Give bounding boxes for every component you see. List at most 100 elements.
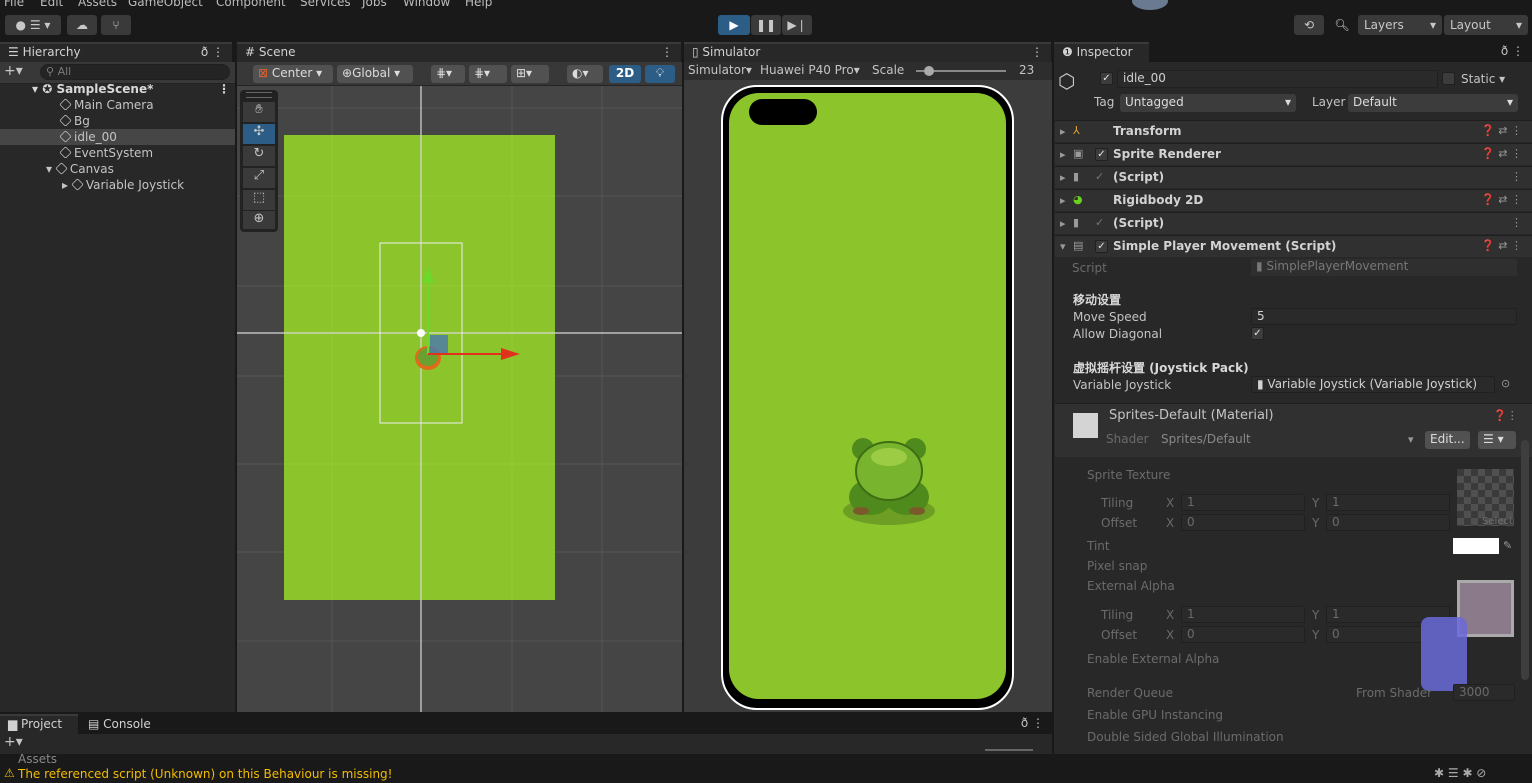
help-icon[interactable]: ❓⋮ (1493, 409, 1518, 422)
scene-row[interactable]: ▾ ✪ SampleScene* ⋮ (32, 82, 230, 96)
component-menu-icon[interactable]: ❓ ⇄ ⋮ (1481, 193, 1522, 206)
status-message[interactable]: The referenced script (Unknown) on this … (18, 767, 392, 781)
menu-assets[interactable]: Assets (78, 0, 117, 9)
component-menu-icon[interactable]: ❓ ⇄ ⋮ (1481, 147, 1522, 160)
hierarchy-item-variable-joystick[interactable]: ▸ Variable Joystick (62, 178, 184, 192)
2d-toggle[interactable]: 2D (609, 65, 641, 83)
component-rigidbody-2d[interactable]: ▸ ◕ Rigidbody 2D ❓ ⇄ ⋮ (1055, 189, 1532, 211)
object-picker-icon[interactable]: ⊙ (1501, 377, 1510, 390)
menu-services[interactable]: Services (300, 0, 351, 9)
pause-button[interactable]: ❚❚ (751, 15, 781, 35)
menu-window[interactable]: Window (403, 0, 450, 9)
status-icons[interactable]: ✱ ☰ ✱ ⊘ (1434, 766, 1486, 780)
add-icon[interactable]: +▾ (4, 63, 23, 79)
game-view[interactable] (729, 93, 1006, 699)
scale-tool[interactable]: ⤢ (243, 168, 275, 188)
transform-tool[interactable]: ⊕ (243, 211, 275, 229)
hierarchy-search-input[interactable]: ⚲ All (40, 64, 230, 80)
increment-snap-button[interactable]: ⋕▾ (469, 65, 507, 83)
hierarchy-item-main-camera[interactable]: Main Camera (59, 98, 154, 112)
menu-edit[interactable]: Edit (40, 0, 63, 9)
scale-slider-thumb[interactable] (924, 66, 934, 76)
hierarchy-item-eventsystem[interactable]: EventSystem (59, 146, 153, 160)
component-menu-icon[interactable]: ❓ ⇄ ⋮ (1481, 124, 1522, 137)
tab-scene[interactable]: # Scene ⋮ (237, 42, 681, 62)
rotate-tool[interactable]: ↻ (243, 146, 275, 166)
icon-size-slider[interactable] (985, 749, 1033, 751)
space-dropdown[interactable]: ⊕Global ▾ (337, 65, 413, 83)
layout-dropdown[interactable]: Layout ▾ (1444, 15, 1528, 35)
tag-dropdown[interactable]: Untagged ▾ (1120, 94, 1296, 112)
sprite-texture-label: Sprite Texture (1087, 468, 1171, 482)
drag-handle[interactable] (246, 92, 272, 98)
add-icon[interactable]: +▾ (4, 734, 23, 750)
x-label: X (1166, 516, 1175, 530)
move-gizmo-plane[interactable] (430, 335, 448, 353)
play-button[interactable]: ▶ (718, 15, 750, 35)
tab-project[interactable]: ▆ Project (0, 714, 78, 734)
hand-tool[interactable]: ✋︎ (243, 102, 275, 122)
tab-hierarchy[interactable]: ☰ Hierarchy ð ⋮ (0, 42, 232, 62)
status-bar[interactable]: ⚠ The referenced script (Unknown) on thi… (0, 765, 1532, 783)
pivot-dropdown[interactable]: ⊠ Center ▾ (253, 65, 333, 83)
lighting-toggle[interactable]: 💡︎ (645, 65, 675, 83)
layer-dropdown[interactable]: Default ▾ (1348, 94, 1518, 112)
component-menu-icon[interactable]: ⋮ (1511, 216, 1522, 229)
hierarchy-item-idle-00[interactable]: idle_00 (59, 130, 117, 144)
search-button[interactable]: 🔍︎ (1328, 15, 1356, 35)
tab-inspector[interactable]: ❶ Inspector (1054, 42, 1149, 62)
active-checkbox[interactable]: ✓ (1100, 72, 1113, 85)
lock-icon[interactable]: ð ⋮ (1021, 716, 1044, 730)
allow-diagonal-checkbox[interactable]: ✓ (1251, 327, 1264, 340)
device-dropdown[interactable]: Huawei P40 Pro▾ (760, 63, 860, 77)
collab-button[interactable]: ⑂ (101, 15, 131, 35)
simulator-mode-dropdown[interactable]: Simulator▾ (688, 63, 752, 77)
component-transform[interactable]: ▸ ⅄ Transform ❓ ⇄ ⋮ (1055, 120, 1532, 142)
menu-help[interactable]: Help (465, 0, 492, 9)
rect-tool[interactable]: ⬚ (243, 190, 275, 210)
component-menu-icon[interactable]: ❓ ⇄ ⋮ (1481, 239, 1522, 252)
shader-menu-button[interactable]: ☰ ▾ (1478, 431, 1516, 449)
step-button[interactable]: ▶❘ (782, 15, 812, 35)
enabled-checkbox[interactable]: ✓ (1095, 148, 1108, 161)
component-menu-icon[interactable]: ⋮ (1511, 170, 1522, 183)
component-missing-script-1[interactable]: ▸ ▮ ✓ (Script) ⋮ (1055, 166, 1532, 188)
account-dropdown[interactable]: ● ☰ ▾ (5, 15, 61, 35)
floating-app-icon[interactable] (1421, 617, 1467, 691)
component-sprite-renderer[interactable]: ▸ ▣ ✓ Sprite Renderer ❓ ⇄ ⋮ (1055, 143, 1532, 165)
assets-folder[interactable]: Assets (18, 752, 57, 766)
menu-component[interactable]: Component (216, 0, 286, 9)
move-speed-input[interactable]: 5 (1251, 308, 1517, 325)
rigidbody-icon: ◕ (1073, 193, 1083, 206)
shader-value: Sprites/Default (1161, 432, 1251, 446)
hierarchy-item-bg[interactable]: Bg (59, 114, 90, 128)
menu-jobs[interactable]: Jobs (362, 0, 387, 9)
static-checkbox[interactable] (1442, 72, 1455, 85)
lock-icon[interactable]: ð ⋮ (1501, 44, 1524, 58)
component-simple-player-movement[interactable]: ▾ ▤ ✓ Simple Player Movement (Script) ❓ ⇄ ⋮ (1055, 235, 1532, 257)
object-name-field[interactable]: idle_00 (1117, 70, 1438, 88)
layers-dropdown[interactable]: Layers ▾ (1358, 15, 1442, 35)
history-button[interactable]: ⟲ (1294, 15, 1324, 35)
edit-shader-button[interactable]: Edit... (1425, 431, 1470, 449)
external-alpha-label: External Alpha (1087, 579, 1175, 593)
enabled-checkbox[interactable]: ✓ (1095, 240, 1108, 253)
scene-viewport[interactable] (237, 86, 682, 712)
snap-button[interactable]: ⋕▾ (431, 65, 465, 83)
joystick-field[interactable]: ▮ Variable Joystick (Variable Joystick) (1251, 376, 1495, 393)
hierarchy-item-canvas[interactable]: ▾ Canvas (46, 162, 114, 176)
cloud-button[interactable]: ☁ (67, 15, 97, 35)
grid-snap-button[interactable]: ⊞▾ (511, 65, 549, 83)
avatar[interactable] (1132, 0, 1168, 10)
draw-mode-button[interactable]: ◐▾ (567, 65, 603, 83)
tab-simulator[interactable]: ▯ Simulator ⋮ (684, 42, 1051, 62)
component-missing-script-2[interactable]: ▸ ▮ ✓ (Script) ⋮ (1055, 212, 1532, 234)
tab-console[interactable]: ▤ Console (80, 714, 158, 734)
menu-gameobject[interactable]: GameObject (128, 0, 203, 9)
inspector-scrollbar[interactable] (1521, 440, 1529, 680)
move-tool[interactable]: ✣ (243, 124, 275, 144)
double-sided-gi-label: Double Sided Global Illumination (1087, 730, 1284, 744)
background-sprite[interactable] (284, 135, 555, 600)
lock-icon[interactable]: ð ⋮ (201, 45, 224, 59)
menu-file[interactable]: File (4, 0, 24, 9)
